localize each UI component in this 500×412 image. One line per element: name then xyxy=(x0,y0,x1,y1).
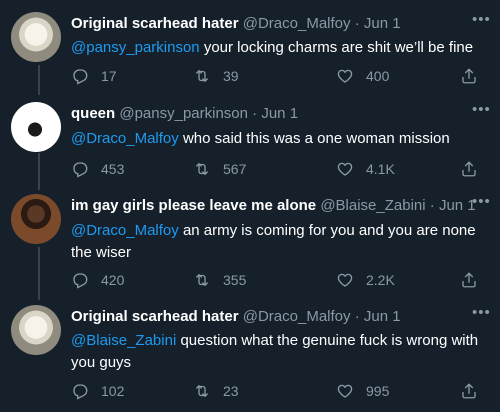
tweet-actions: 17 39 400 xyxy=(71,67,491,89)
display-name[interactable]: im gay girls please leave me alone xyxy=(71,197,316,214)
thread-line xyxy=(38,247,40,300)
retweet-count: 567 xyxy=(223,161,247,177)
timestamp[interactable]: Jun 1 xyxy=(364,308,401,325)
reply-button[interactable]: 102 xyxy=(71,382,124,400)
timestamp[interactable]: Jun 1 xyxy=(364,15,401,32)
avatar[interactable] xyxy=(11,194,61,244)
like-count: 2.2K xyxy=(366,272,395,288)
reply-button[interactable]: 453 xyxy=(71,160,124,178)
heart-icon xyxy=(337,69,353,83)
tweet-header: im gay girls please leave me alone @Blai… xyxy=(71,194,476,218)
separator: · xyxy=(429,197,435,214)
heart-icon xyxy=(337,273,353,287)
reply-icon xyxy=(73,162,88,178)
retweet-button[interactable]: 39 xyxy=(193,67,239,85)
handle[interactable]: @Draco_Malfoy xyxy=(243,308,351,325)
heart-icon xyxy=(337,384,353,398)
more-options-icon[interactable]: ••• xyxy=(472,102,491,117)
share-button[interactable] xyxy=(460,67,490,85)
avatar[interactable] xyxy=(11,102,61,152)
reply-icon xyxy=(73,273,88,289)
display-name[interactable]: queen xyxy=(71,105,115,122)
share-icon xyxy=(462,272,476,288)
reply-button[interactable]: 17 xyxy=(71,67,117,85)
like-button[interactable]: 4.1K xyxy=(336,160,395,178)
retweet-icon xyxy=(196,163,208,175)
retweet-button[interactable]: 567 xyxy=(193,160,246,178)
reply-icon xyxy=(73,69,88,85)
tweet-header: Original scarhead hater @Draco_Malfoy · … xyxy=(71,12,401,36)
avatar[interactable] xyxy=(11,12,61,62)
retweet-button[interactable]: 355 xyxy=(193,271,246,289)
like-button[interactable]: 2.2K xyxy=(336,271,395,289)
share-icon xyxy=(462,68,476,84)
display-name[interactable]: Original scarhead hater xyxy=(71,15,239,32)
retweet-count: 355 xyxy=(223,272,247,288)
like-count: 4.1K xyxy=(366,161,395,177)
share-button[interactable] xyxy=(460,271,490,289)
like-count: 995 xyxy=(366,383,390,399)
thread-line xyxy=(38,65,40,95)
timestamp[interactable]: Jun 1 xyxy=(439,197,476,214)
retweet-icon xyxy=(196,385,208,397)
reply-count: 17 xyxy=(101,68,117,84)
tweet-actions: 453 567 4.1K xyxy=(71,160,491,182)
display-name[interactable]: Original scarhead hater xyxy=(71,308,239,325)
share-icon xyxy=(462,383,476,399)
mention-link[interactable]: @Blaise_Zabini xyxy=(71,332,176,349)
reply-button[interactable]: 420 xyxy=(71,271,124,289)
mention-link[interactable]: @Draco_Malfoy xyxy=(71,130,179,147)
timestamp[interactable]: Jun 1 xyxy=(261,105,298,122)
mention-link[interactable]: @pansy_parkinson xyxy=(71,39,200,56)
share-icon xyxy=(462,161,476,177)
like-button[interactable]: 995 xyxy=(336,382,389,400)
separator: · xyxy=(354,15,360,32)
handle[interactable]: @Blaise_Zabini xyxy=(320,197,425,214)
share-button[interactable] xyxy=(460,382,490,400)
retweet-count: 39 xyxy=(223,68,239,84)
handle[interactable]: @Draco_Malfoy xyxy=(243,15,351,32)
more-options-icon[interactable]: ••• xyxy=(472,305,491,320)
retweet-icon xyxy=(196,70,208,82)
handle[interactable]: @pansy_parkinson xyxy=(119,105,248,122)
reply-count: 420 xyxy=(101,272,125,288)
like-button[interactable]: 400 xyxy=(336,67,389,85)
mention-link[interactable]: @Draco_Malfoy xyxy=(71,222,179,239)
tweet-body: who said this was a one woman mission xyxy=(182,130,450,147)
more-options-icon[interactable]: ••• xyxy=(472,12,491,27)
retweet-icon xyxy=(196,274,208,286)
retweet-button[interactable]: 23 xyxy=(193,382,239,400)
separator: · xyxy=(354,308,360,325)
tweet-text: @Draco_Malfoy who said this was a one wo… xyxy=(71,128,486,150)
tweet-actions: 420 355 2.2K xyxy=(71,271,491,293)
thread-line xyxy=(38,153,40,190)
tweet-text: @pansy_parkinson your locking charms are… xyxy=(71,37,486,59)
share-button[interactable] xyxy=(460,160,490,178)
tweet-body: your locking charms are shit we’ll be fi… xyxy=(203,39,474,56)
reply-count: 453 xyxy=(101,161,125,177)
tweet-header: Original scarhead hater @Draco_Malfoy · … xyxy=(71,305,401,329)
tweet-text: @Draco_Malfoy an army is coming for you … xyxy=(71,220,486,264)
more-options-icon[interactable]: ••• xyxy=(472,194,491,209)
separator: · xyxy=(252,105,258,122)
heart-icon xyxy=(337,162,353,176)
tweet-header: queen @pansy_parkinson · Jun 1 xyxy=(71,102,298,126)
tweet-text: @Blaise_Zabini question what the genuine… xyxy=(71,330,486,374)
reply-count: 102 xyxy=(101,383,125,399)
tweet-actions: 102 23 995 xyxy=(71,382,491,404)
like-count: 400 xyxy=(366,68,390,84)
avatar[interactable] xyxy=(11,305,61,355)
retweet-count: 23 xyxy=(223,383,239,399)
reply-icon xyxy=(73,384,88,400)
